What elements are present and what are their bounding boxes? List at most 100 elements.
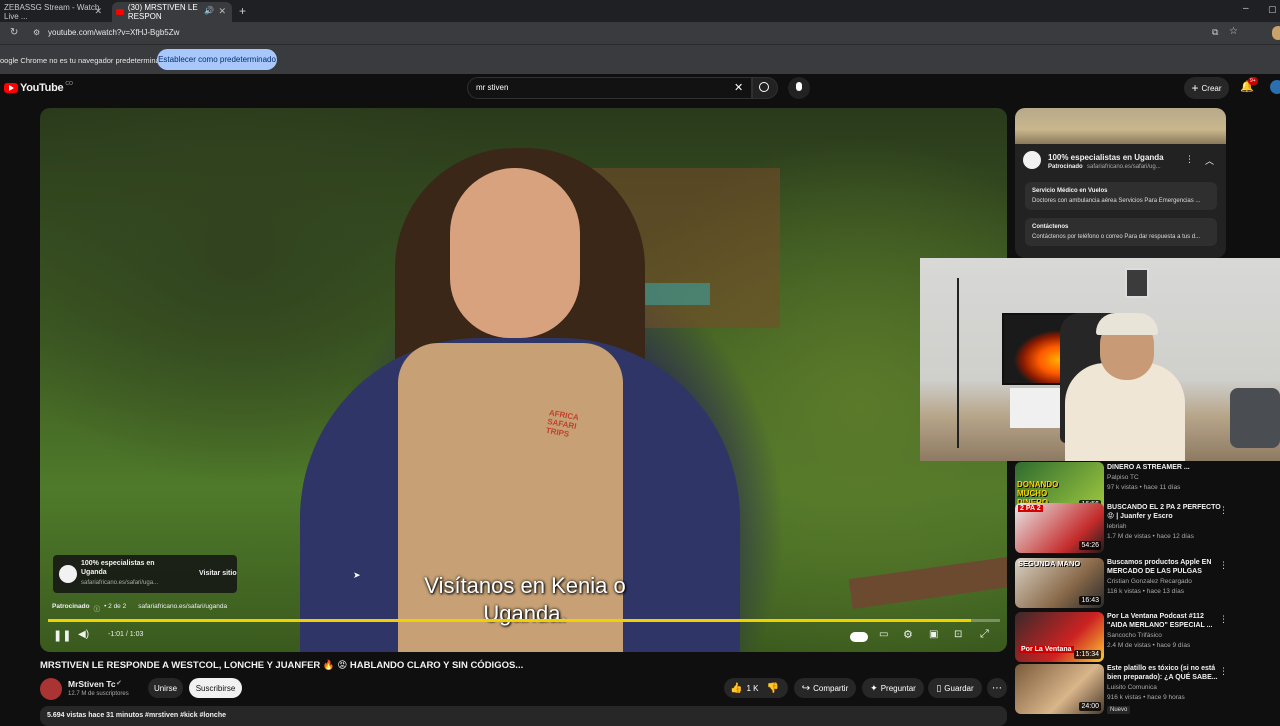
list-item[interactable]: Por La Ventana 1:15:34 Por La Ventana Po… xyxy=(1015,612,1245,664)
site-info-icon[interactable]: ⚙ xyxy=(33,28,40,37)
settings-gear-icon[interactable]: ⚙ xyxy=(903,628,913,641)
browser-tab-bar: ZEBASSG Stream - Watch Live ... ✕ (30) M… xyxy=(0,0,1280,22)
video-thumbnail[interactable]: Por La Ventana 1:15:34 xyxy=(1015,612,1104,662)
list-item[interactable]: 2 PA 2 54:26 BUSCANDO EL 2 PA 2 PERFECTO… xyxy=(1015,503,1245,555)
more-options-icon[interactable]: ⋮ xyxy=(1219,666,1228,677)
progress-bar[interactable] xyxy=(48,619,1000,622)
volume-icon[interactable]: ◀) xyxy=(78,629,89,640)
rec-channel[interactable]: Cristian Gonzalez Recargado xyxy=(1107,578,1192,585)
list-item[interactable]: SEGUNDA MANO 16:43 Buscamos productos Ap… xyxy=(1015,558,1245,610)
join-button[interactable]: Unirse xyxy=(148,678,183,698)
youtube-favicon-icon xyxy=(116,9,124,15)
couch xyxy=(1230,388,1280,448)
rec-title: Este platillo es tóxico (si no está bien… xyxy=(1107,665,1218,681)
set-default-button[interactable]: Establecer como predeterminado xyxy=(157,49,277,70)
speaker-icon[interactable]: 🔊 xyxy=(204,6,214,15)
duration-badge: 24:00 xyxy=(1079,702,1101,711)
save-label: Guardar xyxy=(944,683,974,693)
browser-tab[interactable]: ZEBASSG Stream - Watch Live ... ✕ xyxy=(0,2,108,22)
ad-sitelink[interactable]: Contáctenos Contáctenos por teléfono o c… xyxy=(1025,218,1217,246)
save-button[interactable]: ▯ Guardar xyxy=(928,678,982,698)
thumb-text: SEGUNDA MANO xyxy=(1018,559,1081,568)
like-button[interactable]: 👍 1 K 👎 xyxy=(724,678,788,698)
profile-avatar[interactable] xyxy=(1272,26,1280,40)
more-options-icon[interactable]: ⋮ xyxy=(1219,614,1228,625)
close-icon[interactable]: ✕ xyxy=(94,6,102,17)
plus-icon: + xyxy=(1191,81,1199,95)
avatar[interactable] xyxy=(1270,80,1280,94)
tab-label: (30) MRSTIVEN LE RESPON xyxy=(127,3,198,21)
rec-title: BUSCANDO EL 2 PA 2 PERFECTO 😡 | Juanfer … xyxy=(1107,504,1221,520)
miniplayer-icon[interactable]: ▣ xyxy=(929,629,938,640)
floor-lamp xyxy=(957,278,959,448)
visit-site-button[interactable]: Visitar sitio xyxy=(199,570,237,577)
create-button[interactable]: + Crear xyxy=(1184,77,1229,99)
more-options-icon[interactable]: ⋮ xyxy=(1185,154,1194,165)
description-box[interactable]: 5.694 vistas hace 31 minutos #mrstiven #… xyxy=(40,706,1007,726)
autoplay-toggle[interactable] xyxy=(850,632,868,642)
notifications-badge: 9+ xyxy=(1248,77,1258,85)
subscriber-count: 12.7 M de suscriptores xyxy=(68,691,129,697)
bookmark-star-icon[interactable]: ☆ xyxy=(1229,26,1238,37)
minimize-icon[interactable]: – xyxy=(1243,3,1249,14)
sidebar-ad-card[interactable]: 100% especialistas en Uganda Patrocinado… xyxy=(1015,108,1226,258)
more-options-icon[interactable]: ⋮ xyxy=(1219,505,1228,516)
ask-label: Preguntar xyxy=(880,683,916,693)
subscribe-button[interactable]: Suscribirse xyxy=(189,678,242,698)
captions-icon[interactable]: ▭ xyxy=(879,629,888,640)
channel-name[interactable]: MrStiven Tc xyxy=(68,679,116,689)
search-box[interactable]: mr stiven ✕ xyxy=(467,77,752,99)
reload-icon[interactable]: ↻ xyxy=(10,27,18,38)
sitelink-desc: Contáctenos por teléfono o correo Para d… xyxy=(1032,234,1201,240)
video-thumbnail[interactable]: 2 PA 2 54:26 xyxy=(1015,503,1104,553)
fullscreen-icon[interactable]: ⤢ xyxy=(980,628,989,641)
channel-avatar[interactable] xyxy=(40,678,62,700)
new-badge: Nuevo xyxy=(1107,706,1131,714)
list-item[interactable]: 24:00 Este platillo es tóxico (si no est… xyxy=(1015,664,1245,716)
browser-tab-active[interactable]: (30) MRSTIVEN LE RESPON 🔊 ✕ xyxy=(112,2,232,22)
ad-info-row: Patrocinado ⓘ • 2 de 2 safariafricano.es… xyxy=(52,603,227,613)
more-actions-icon[interactable]: ⋯ xyxy=(987,678,1007,698)
create-label: Crear xyxy=(1201,83,1222,93)
info-icon[interactable]: ⓘ xyxy=(94,603,101,613)
clear-search-icon[interactable]: ✕ xyxy=(734,81,743,94)
cast-icon[interactable]: ⊡ xyxy=(954,629,962,640)
voice-search-button[interactable] xyxy=(788,77,810,99)
video-thumbnail[interactable]: 24:00 xyxy=(1015,664,1104,714)
video-player[interactable]: AFRICA SAFARI TRIPS 100% especialistas en … xyxy=(40,108,1007,652)
share-button[interactable]: ↪ Compartir xyxy=(794,678,856,698)
search-button[interactable] xyxy=(752,77,778,99)
install-icon[interactable]: ⧉ xyxy=(1212,27,1218,38)
ask-button[interactable]: ✦ Preguntar xyxy=(862,678,924,698)
ad-count: • 2 de 2 xyxy=(104,603,127,610)
rec-channel[interactable]: lebriah xyxy=(1107,523,1127,530)
advertiser-logo xyxy=(1023,151,1041,169)
sidebar-ad-domain: safariafricano.es/safari/ug... xyxy=(1087,164,1161,170)
ad-title: 100% especialistas en Uganda xyxy=(81,560,155,576)
sitelink-desc: Doctores con ambulancia aérea Servicios … xyxy=(1032,198,1201,204)
maximize-icon[interactable]: ▢ xyxy=(1268,4,1277,15)
caption-line: Visítanos en Kenia o xyxy=(424,573,626,598)
video-thumbnail[interactable]: SEGUNDA MANO 16:43 xyxy=(1015,558,1104,608)
chevron-up-icon[interactable]: ︿ xyxy=(1205,154,1214,167)
duration-badge: 1:15:34 xyxy=(1073,650,1101,659)
url-field[interactable]: youtube.com/watch?v=XfHJ-Bgb5Zw xyxy=(48,28,179,37)
youtube-logo[interactable]: YouTube CO xyxy=(4,81,73,94)
like-count: 1 K xyxy=(746,683,759,693)
rec-channel[interactable]: Luisito Comunica xyxy=(1107,684,1157,691)
thumbs-down-icon[interactable]: 👎 xyxy=(766,683,778,694)
ad-banner-image xyxy=(1015,108,1226,144)
advertiser-logo xyxy=(59,565,77,583)
rec-meta: 116 k vistas • hace 13 días xyxy=(1107,588,1184,595)
rec-channel[interactable]: Sancocho Trifásico xyxy=(1107,632,1162,639)
close-icon[interactable]: ✕ xyxy=(218,6,226,17)
search-input[interactable]: mr stiven xyxy=(476,83,508,92)
ad-url[interactable]: safariafricano.es/safari/uganda xyxy=(138,603,227,613)
rec-channel[interactable]: Palpiso TC xyxy=(1107,474,1139,481)
rec-meta: 2.4 M de vistas • hace 9 días xyxy=(1107,642,1191,649)
ad-overlay-card[interactable]: 100% especialistas en Uganda safariafric… xyxy=(53,555,237,593)
pause-icon[interactable]: ❚❚ xyxy=(53,629,71,642)
more-options-icon[interactable]: ⋮ xyxy=(1219,560,1228,571)
ad-sitelink[interactable]: Servicio Médico en Vuelos Doctores con a… xyxy=(1025,182,1217,210)
new-tab-icon[interactable]: + xyxy=(239,4,246,18)
